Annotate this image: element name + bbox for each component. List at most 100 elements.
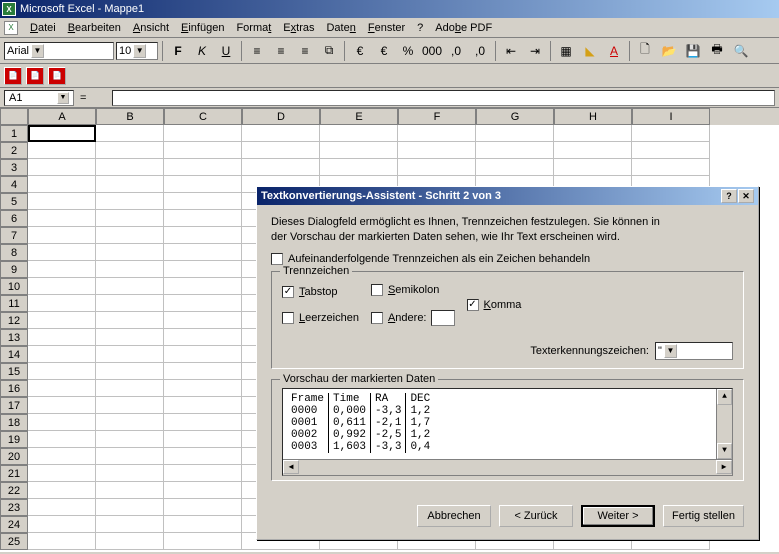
print-preview-button[interactable]: 🔍	[730, 40, 752, 62]
menu-einfuegen[interactable]: Einfügen	[175, 20, 230, 36]
dropdown-arrow-icon[interactable]: ▼	[31, 44, 44, 58]
cell[interactable]	[96, 516, 164, 533]
row-header[interactable]: 9	[0, 261, 28, 278]
currency-button[interactable]: €	[349, 40, 371, 62]
row-header[interactable]: 12	[0, 312, 28, 329]
cell[interactable]	[96, 533, 164, 550]
cell[interactable]	[96, 159, 164, 176]
cell[interactable]	[96, 210, 164, 227]
semicolon-checkbox[interactable]	[371, 284, 383, 296]
cell[interactable]	[164, 278, 242, 295]
row-header[interactable]: 13	[0, 329, 28, 346]
cell[interactable]	[96, 499, 164, 516]
cell[interactable]	[96, 176, 164, 193]
cell[interactable]	[164, 261, 242, 278]
cell[interactable]	[96, 346, 164, 363]
cell[interactable]	[164, 227, 242, 244]
col-header[interactable]: F	[398, 108, 476, 125]
formula-input[interactable]	[112, 90, 775, 106]
cell[interactable]	[28, 295, 96, 312]
cell[interactable]	[632, 142, 710, 159]
cell[interactable]	[96, 261, 164, 278]
cell[interactable]	[164, 329, 242, 346]
cell[interactable]	[28, 227, 96, 244]
font-name-combo[interactable]: Arial ▼	[4, 42, 114, 60]
bold-button[interactable]: F	[167, 40, 189, 62]
preview-vertical-scrollbar[interactable]: ▲ ▼	[716, 389, 732, 459]
comma-checkbox[interactable]: ✓	[467, 299, 479, 311]
cancel-button[interactable]: Abbrechen	[417, 505, 491, 527]
font-color-button[interactable]: A	[603, 40, 625, 62]
cell[interactable]	[164, 431, 242, 448]
name-box[interactable]: A1 ▼	[4, 90, 74, 106]
cell[interactable]	[28, 516, 96, 533]
select-all-corner[interactable]	[0, 108, 28, 125]
cell[interactable]	[164, 465, 242, 482]
row-header[interactable]: 3	[0, 159, 28, 176]
close-button[interactable]: ✕	[738, 189, 754, 203]
cell[interactable]	[164, 176, 242, 193]
cell[interactable]	[96, 482, 164, 499]
help-button[interactable]: ?	[721, 189, 737, 203]
merge-center-button[interactable]: ⧉	[318, 40, 340, 62]
cell[interactable]	[28, 193, 96, 210]
other-delimiter-input[interactable]	[431, 310, 455, 326]
cell[interactable]	[28, 363, 96, 380]
row-header[interactable]: 14	[0, 346, 28, 363]
thousands-button[interactable]: 000	[421, 40, 443, 62]
euro-button[interactable]: €	[373, 40, 395, 62]
pdf-review-icon[interactable]: 📄	[48, 67, 66, 85]
col-header[interactable]: C	[164, 108, 242, 125]
cell[interactable]	[164, 125, 242, 142]
cell[interactable]	[96, 329, 164, 346]
cell[interactable]	[632, 125, 710, 142]
cell[interactable]	[28, 261, 96, 278]
menu-format[interactable]: Format	[230, 20, 277, 36]
cell[interactable]	[164, 397, 242, 414]
cell[interactable]	[96, 397, 164, 414]
cell[interactable]	[96, 142, 164, 159]
col-header[interactable]: A	[28, 108, 96, 125]
scroll-up-icon[interactable]: ▲	[717, 389, 732, 405]
menu-extras[interactable]: Extras	[277, 20, 320, 36]
print-button[interactable]: 🖶	[706, 40, 728, 62]
col-header[interactable]: E	[320, 108, 398, 125]
increase-indent-button[interactable]: ⇥	[524, 40, 546, 62]
cell[interactable]	[96, 295, 164, 312]
cell[interactable]	[28, 125, 96, 142]
row-header[interactable]: 22	[0, 482, 28, 499]
row-header[interactable]: 2	[0, 142, 28, 159]
cell[interactable]	[164, 516, 242, 533]
cell[interactable]	[398, 142, 476, 159]
fill-color-button[interactable]: ◣	[579, 40, 601, 62]
next-button[interactable]: Weiter >	[581, 505, 655, 527]
cell[interactable]	[28, 244, 96, 261]
row-header[interactable]: 15	[0, 363, 28, 380]
cell[interactable]	[554, 142, 632, 159]
cell[interactable]	[96, 244, 164, 261]
menu-bearbeiten[interactable]: Bearbeiten	[62, 20, 127, 36]
other-checkbox[interactable]	[371, 312, 383, 324]
workbook-icon[interactable]: X	[4, 21, 18, 35]
cell[interactable]	[28, 448, 96, 465]
row-header[interactable]: 25	[0, 533, 28, 550]
decrease-decimal-button[interactable]: ,0	[469, 40, 491, 62]
cell[interactable]	[96, 227, 164, 244]
open-button[interactable]: 📂	[658, 40, 680, 62]
menu-hilfe[interactable]: ?	[411, 20, 429, 36]
cell[interactable]	[28, 533, 96, 550]
cell[interactable]	[28, 397, 96, 414]
cell[interactable]	[28, 312, 96, 329]
cell[interactable]	[164, 380, 242, 397]
cell[interactable]	[398, 159, 476, 176]
cell[interactable]	[164, 448, 242, 465]
cell[interactable]	[320, 125, 398, 142]
cell[interactable]	[28, 482, 96, 499]
underline-button[interactable]: U	[215, 40, 237, 62]
cell[interactable]	[320, 159, 398, 176]
row-header[interactable]: 20	[0, 448, 28, 465]
cell[interactable]	[164, 159, 242, 176]
menu-fenster[interactable]: Fenster	[362, 20, 411, 36]
pdf-email-icon[interactable]: 📄	[26, 67, 44, 85]
menu-ansicht[interactable]: Ansicht	[127, 20, 175, 36]
